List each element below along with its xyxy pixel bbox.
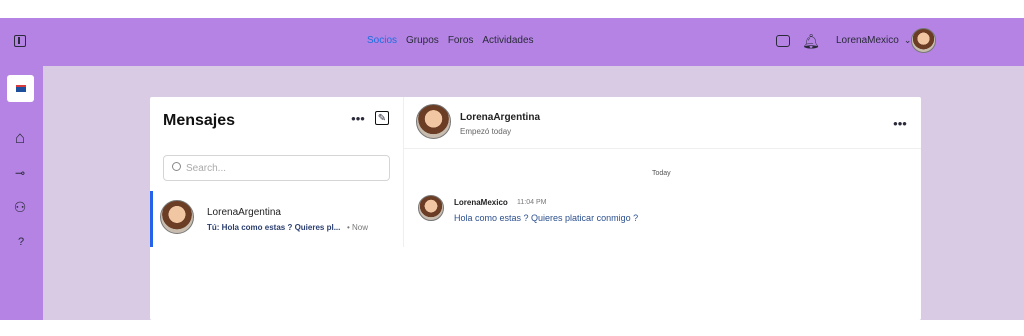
nav-grupos[interactable]: Grupos <box>406 35 439 46</box>
main-navigation: Socios Grupos Foros Actividades <box>367 35 543 46</box>
message-time: 11:04 PM <box>517 199 547 206</box>
date-divider: Today <box>652 170 671 177</box>
chat-contact-avatar[interactable] <box>416 104 451 139</box>
search-icon <box>172 162 181 171</box>
bell-icon[interactable]: 🔔︎ <box>802 33 820 49</box>
conversation-preview: Tú: Hola como estas ? Quieres pl... <box>207 223 341 232</box>
user-add-icon[interactable]: ⚇ <box>11 198 29 216</box>
username: LorenaMexico <box>836 35 899 46</box>
search-input[interactable]: Search... <box>163 155 390 181</box>
nav-actividades[interactable]: Actividades <box>482 35 533 46</box>
user-menu[interactable]: LorenaMexico ⌄ <box>836 35 911 46</box>
message-avatar <box>418 195 444 221</box>
panel-toggle-icon[interactable] <box>14 35 26 47</box>
key-icon[interactable]: ⊸ <box>11 164 29 182</box>
conversation-avatar[interactable] <box>160 200 194 234</box>
chat-header-divider <box>403 148 921 149</box>
conversation-time: • Now <box>347 223 369 232</box>
edit-icon[interactable]: ✎ <box>375 111 389 125</box>
profile-avatar[interactable] <box>911 28 936 53</box>
inbox-icon[interactable] <box>776 35 790 47</box>
messages-title: Mensajes <box>163 112 236 129</box>
search-placeholder: Search... <box>186 163 227 174</box>
message-author: LorenaMexico <box>454 198 508 207</box>
nav-foros[interactable]: Foros <box>448 35 474 46</box>
more-icon[interactable]: ••• <box>893 116 907 131</box>
chat-started-label: Empezó today <box>460 127 512 136</box>
chat-contact-name: LorenaArgentina <box>460 112 541 123</box>
nav-socios[interactable]: Socios <box>367 35 397 46</box>
home-icon[interactable]: ⌂ <box>10 128 30 148</box>
conversation-name: LorenaArgentina <box>207 207 281 218</box>
panel-divider <box>403 97 404 247</box>
more-icon[interactable]: ••• <box>351 111 365 126</box>
app-logo-icon[interactable] <box>7 75 34 102</box>
message-text: Hola como estas ? Quieres platicar conmi… <box>454 213 639 223</box>
help-icon[interactable]: ? <box>15 235 27 249</box>
